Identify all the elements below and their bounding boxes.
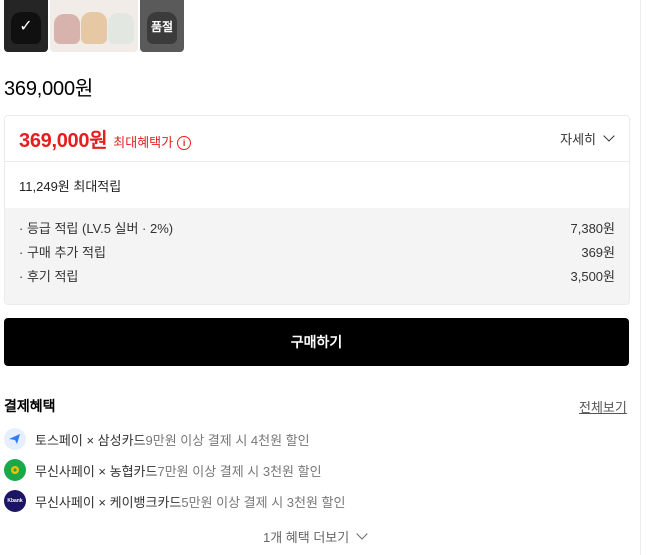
buy-button[interactable]: 구매하기 xyxy=(4,318,629,366)
more-benefits-button[interactable]: 1개 혜택 더보기 xyxy=(263,527,368,546)
more-benefits-label: 1개 혜택 더보기 xyxy=(263,530,350,545)
chevron-down-icon xyxy=(603,130,615,142)
sold-out-overlay: 품절 xyxy=(140,0,184,52)
accumulation-row: · 후기 적립 3,500원 xyxy=(19,265,615,289)
accumulation-value: 369원 xyxy=(581,245,615,260)
benefit-condition: 9만원 이상 결제 시 4천원 할인 xyxy=(145,432,310,448)
benefit-card: 무신사페이 × 농협카드 xyxy=(35,463,158,479)
accumulation-list: · 등급 적립 (LV.5 실버 · 2%) 7,380원 · 구매 추가 적립… xyxy=(5,208,629,304)
benefit-condition: 5만원 이상 결제 시 3천원 할인 xyxy=(181,494,346,510)
thumbnail-multi[interactable] xyxy=(50,0,138,52)
price-benefit-box: 369,000원 최대혜택가 i 자세히 11,249원 최대적립 · 등급 적립 … xyxy=(4,115,630,305)
detail-toggle[interactable]: 자세히 xyxy=(560,129,615,148)
accumulation-label: · 구매 추가 적립 xyxy=(19,245,106,260)
product-price: 369,000원 xyxy=(4,78,94,100)
accumulation-row: · 등급 적립 (LV.5 실버 · 2%) 7,380원 xyxy=(19,217,615,241)
benefit-card: 토스페이 × 삼성카드 xyxy=(35,432,146,448)
toss-pay-icon xyxy=(4,428,26,450)
price-box-header: 369,000원 최대혜택가 i 자세히 xyxy=(5,116,629,162)
accumulation-value: 3,500원 xyxy=(570,269,616,284)
see-all-link[interactable]: 전체보기 xyxy=(579,397,627,416)
thumbnail-gray[interactable]: 품절 xyxy=(140,0,184,52)
accumulation-label: · 등급 적립 (LV.5 실버 · 2%) xyxy=(19,221,174,236)
benefit-condition: 7만원 이상 결제 시 3천원 할인 xyxy=(157,463,322,479)
selected-overlay: ✓ xyxy=(4,0,48,52)
payment-benefits-title: 결제혜택 xyxy=(4,398,56,414)
max-benefit-label: 최대혜택가 xyxy=(113,135,174,150)
check-icon: ✓ xyxy=(19,18,33,35)
max-accumulation: 11,249원 최대적립 xyxy=(19,178,122,194)
detail-label: 자세히 xyxy=(560,132,596,147)
page-divider xyxy=(640,0,641,555)
accumulation-label: · 후기 적립 xyxy=(19,269,79,284)
kbank-icon: Kbank xyxy=(4,490,26,512)
thumbnail-black[interactable]: ✓ xyxy=(4,0,48,52)
benefit-item[interactable]: Kbank 무신사페이 × 케이뱅크카드 5만원 이상 결제 시 3천원 할인 xyxy=(4,490,345,512)
chevron-down-icon xyxy=(356,528,368,540)
benefit-item[interactable]: 토스페이 × 삼성카드 9만원 이상 결제 시 4천원 할인 xyxy=(4,428,310,450)
benefit-card: 무신사페이 × 케이뱅크카드 xyxy=(35,494,182,510)
max-benefit-price: 369,000원 xyxy=(19,130,108,152)
color-thumbnails: ✓ 품절 xyxy=(4,0,184,52)
info-icon[interactable]: i xyxy=(177,136,192,150)
benefit-item[interactable]: 무신사페이 × 농협카드 7만원 이상 결제 시 3천원 할인 xyxy=(4,459,322,481)
sold-out-label: 품절 xyxy=(150,19,174,34)
musinsa-pay-nh-icon xyxy=(4,459,26,481)
accumulation-value: 7,380원 xyxy=(570,221,616,236)
accumulation-row: · 구매 추가 적립 369원 xyxy=(19,241,615,265)
